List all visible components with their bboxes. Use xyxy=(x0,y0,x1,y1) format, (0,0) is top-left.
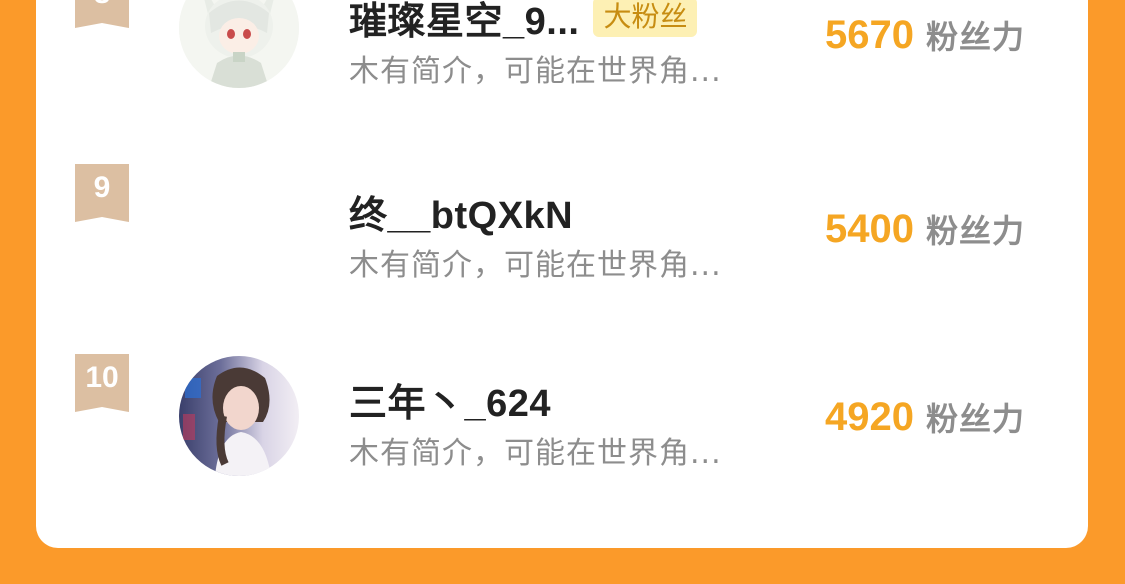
name-line: 三年丶_624 xyxy=(349,372,551,427)
user-name[interactable]: 三年丶_624 xyxy=(349,372,551,427)
ranking-row-9[interactable]: 9 终__btQXkN 木有简介，可能在世界角... 5400 粉丝力 xyxy=(36,164,1088,286)
ranking-row-10[interactable]: 10 三年丶_624 木有简介，可能在世界角... 4920 粉丝力 xyxy=(36,354,1088,476)
ranking-card: 8 璀璨星空_9... 大粉丝 木有简介，可能在世界角... 5670 xyxy=(36,0,1088,548)
user-description: 木有简介，可能在世界角... xyxy=(349,248,722,283)
user-photo-avatar xyxy=(179,356,299,476)
user-name[interactable]: 璀璨星空_9... xyxy=(349,0,579,45)
avatar[interactable] xyxy=(179,0,299,88)
name-line: 璀璨星空_9... 大粉丝 xyxy=(349,0,698,45)
anime-avatar-image xyxy=(179,0,299,88)
rank-number: 9 xyxy=(93,171,111,204)
fan-power-unit: 粉丝力 xyxy=(925,18,1025,56)
user-description: 木有简介，可能在世界角... xyxy=(349,436,722,471)
rank-number: 8 xyxy=(75,0,129,12)
name-line: 终__btQXkN xyxy=(349,184,573,239)
rank-number: 10 xyxy=(85,361,119,394)
fan-power-unit: 粉丝力 xyxy=(925,400,1025,438)
rank-badge: 8 xyxy=(75,0,129,34)
fan-power-unit: 粉丝力 xyxy=(925,212,1025,250)
rank-badge: 10 xyxy=(75,354,129,418)
rank-badge: 9 xyxy=(75,164,129,228)
fan-power-value: 5670 xyxy=(825,13,914,57)
fan-power-value: 4920 xyxy=(825,395,914,439)
fan-level-badge: 大粉丝 xyxy=(593,0,698,37)
user-name[interactable]: 终__btQXkN xyxy=(349,184,573,239)
fan-power-value: 5400 xyxy=(825,207,914,251)
fan-power: 5400 粉丝力 xyxy=(825,206,1025,252)
avatar[interactable] xyxy=(179,356,299,476)
ranking-row-8[interactable]: 8 璀璨星空_9... 大粉丝 木有简介，可能在世界角... 5670 xyxy=(36,0,1088,90)
user-description: 木有简介，可能在世界角... xyxy=(349,54,722,89)
fan-power: 4920 粉丝力 xyxy=(825,394,1025,440)
fan-power: 5670 粉丝力 xyxy=(825,12,1025,58)
